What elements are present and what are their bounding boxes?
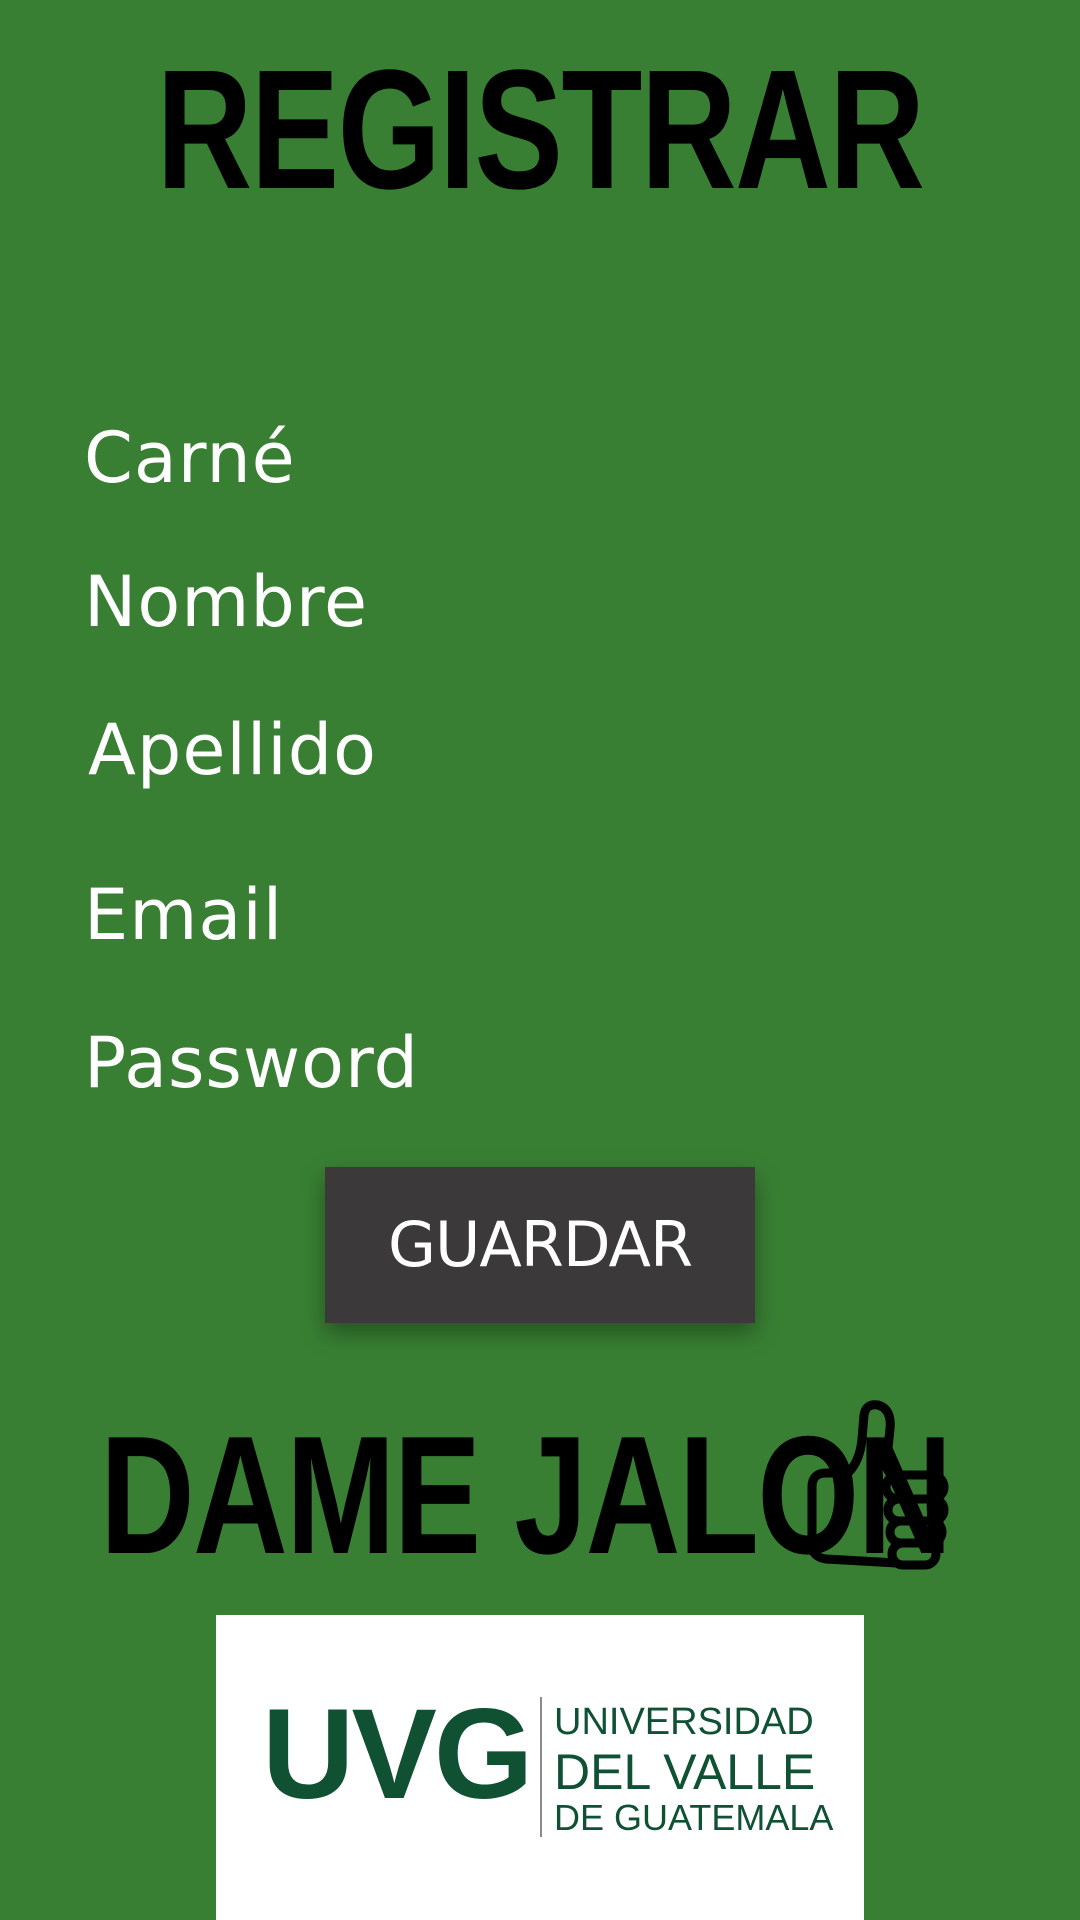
logo-divider — [540, 1697, 542, 1837]
carne-field[interactable]: Carné — [0, 403, 1080, 513]
nombre-field[interactable]: Nombre — [0, 547, 1080, 657]
carne-label: Carné — [84, 417, 296, 499]
apellido-label: Apellido — [88, 709, 377, 791]
uvg-logo: UVG UNIVERSIDAD DEL VALLE DE GUATEMALA — [216, 1615, 864, 1920]
apellido-field[interactable]: Apellido — [0, 695, 1080, 805]
save-button[interactable]: GUARDAR — [325, 1167, 755, 1323]
email-field[interactable]: Email — [0, 860, 1080, 970]
email-label: Email — [84, 874, 284, 956]
apellido-input[interactable] — [420, 710, 1024, 792]
logo-line-2: DEL VALLE — [554, 1744, 816, 1800]
thumbs-up-icon — [807, 1400, 949, 1570]
slogan: DAME JALON — [100, 1395, 980, 1595]
password-field[interactable]: Password — [0, 1008, 1080, 1118]
password-label: Password — [84, 1022, 419, 1104]
nombre-input[interactable] — [420, 562, 1024, 644]
nombre-label: Nombre — [84, 561, 369, 643]
password-input[interactable] — [420, 1023, 1024, 1105]
page-title: REGISTRAR — [156, 35, 925, 225]
carne-input[interactable] — [420, 418, 1024, 500]
email-input[interactable] — [420, 875, 1024, 957]
logo-abbr: UVG — [262, 1683, 533, 1826]
logo-line-3: DE GUATEMALA — [554, 1797, 834, 1838]
logo-line-1: UNIVERSIDAD — [554, 1701, 814, 1743]
